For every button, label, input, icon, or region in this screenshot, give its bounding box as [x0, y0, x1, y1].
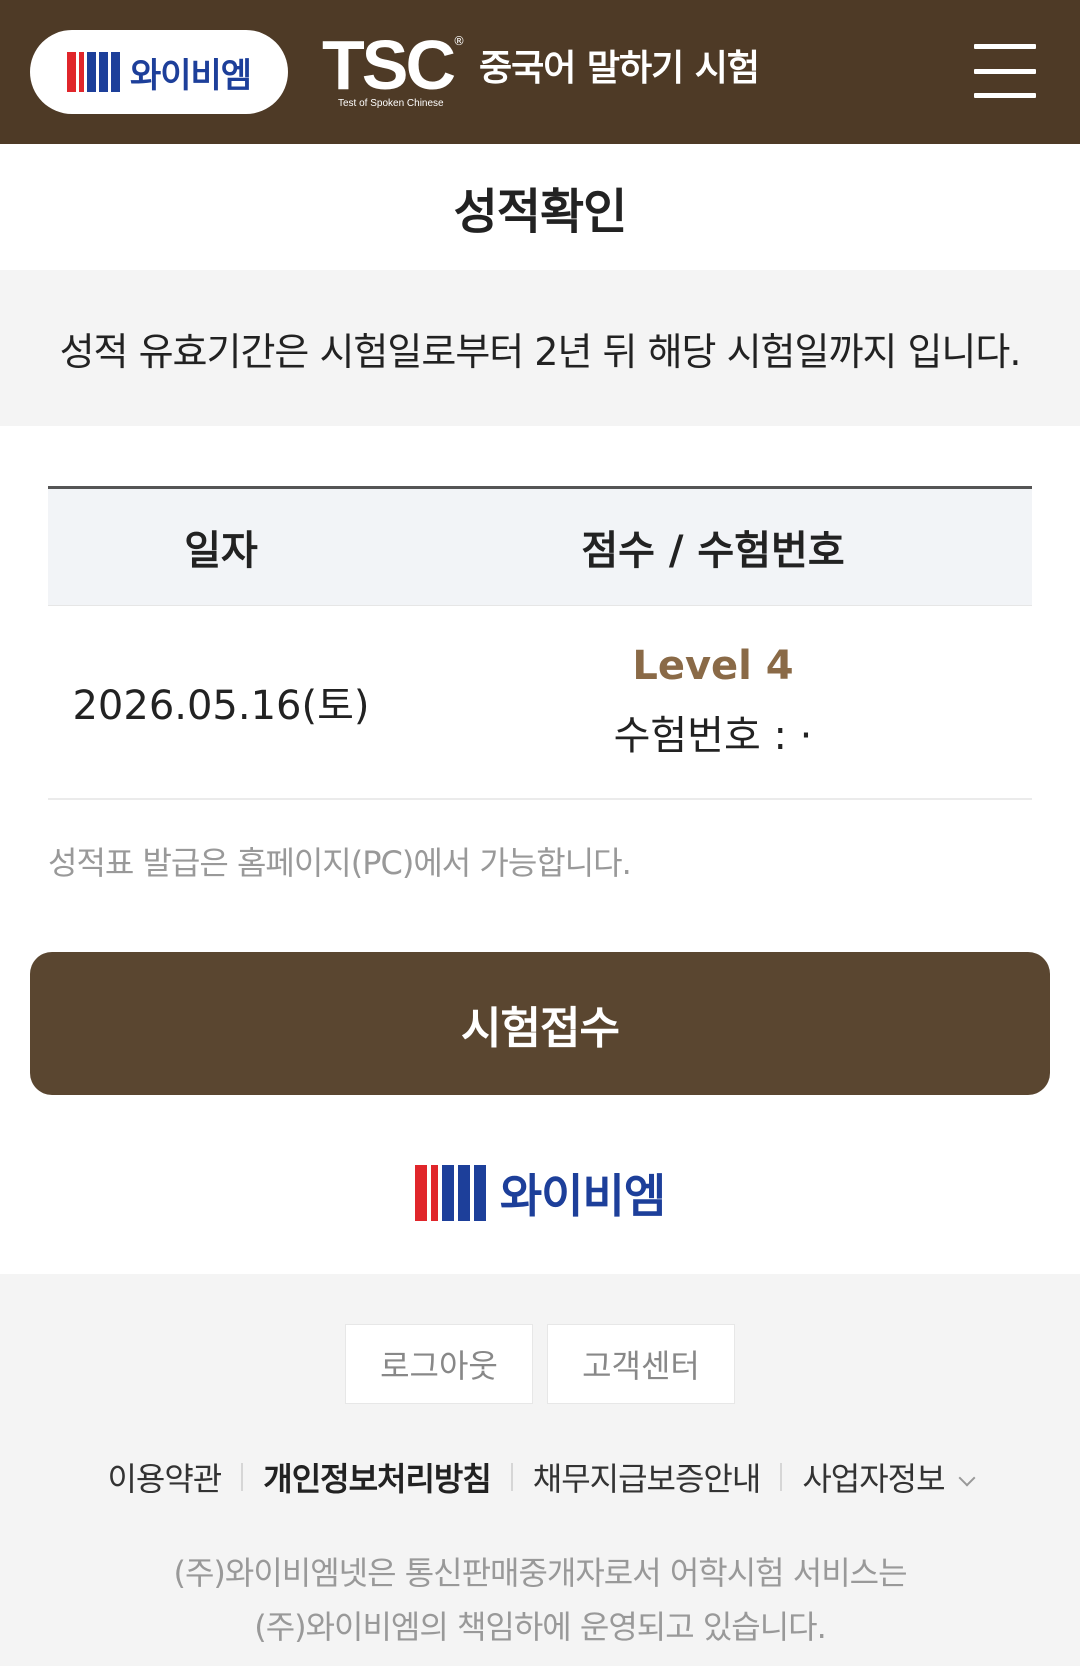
footer-links: 이용약관 개인정보처리방침 채무지급보증안내 사업자정보	[0, 1454, 1080, 1500]
chevron-down-icon	[958, 1469, 976, 1487]
tsc-subtitle: Test of Spoken Chinese	[338, 98, 444, 109]
logout-button[interactable]: 로그아웃	[345, 1324, 533, 1404]
footer-buttons: 로그아웃 고객센터	[0, 1324, 1080, 1404]
privacy-policy-link[interactable]: 개인정보처리방침	[263, 1454, 492, 1500]
table-header: 일자 점수 / 수험번호	[48, 486, 1032, 606]
ybm-logo-icon	[414, 1165, 486, 1221]
score-cell: Level 4 수험번호 : ·	[394, 643, 1032, 761]
exam-number: 수험번호 : ·	[613, 713, 813, 759]
footer-info-line: (주)와이비엠넷은 통신판매중개자로서 어학시험 서비스는	[173, 1554, 907, 1592]
column-header-score: 점수 / 수험번호	[581, 528, 845, 574]
registered-mark: ®	[453, 34, 465, 48]
payment-guarantee-link[interactable]: 채무지급보증안내	[533, 1454, 762, 1500]
score-table: 일자 점수 / 수험번호 2026.05.16(토) Level 4 수험번호 …	[48, 486, 1032, 800]
ybm-brand-text: 와이비엠	[129, 55, 252, 96]
page-title: 성적확인	[453, 184, 628, 240]
ybm-logo-icon	[66, 52, 120, 92]
header-title: 중국어 말하기 시험	[479, 48, 760, 89]
business-info-link[interactable]: 사업자정보	[802, 1454, 976, 1500]
app-header: 와이비엠 TSC® Test of Spoken Chinese 중국어 말하기…	[0, 0, 1080, 144]
divider	[241, 1463, 244, 1491]
footer-company-info: (주)와이비엠넷은 통신판매중개자로서 어학시험 서비스는 (주)와이비엠의 책…	[0, 1546, 1080, 1654]
tsc-logo[interactable]: TSC® Test of Spoken Chinese 중국어 말하기 시험	[322, 30, 760, 109]
exam-apply-button[interactable]: 시험접수	[30, 952, 1050, 1095]
table-row: 2026.05.16(토) Level 4 수험번호 : ·	[48, 606, 1032, 800]
tsc-wordmark: TSC	[322, 26, 456, 104]
hamburger-menu-icon[interactable]	[974, 44, 1036, 98]
validity-notice: 성적 유효기간은 시험일로부터 2년 뒤 해당 시험일까지 입니다.	[0, 270, 1080, 426]
divider	[510, 1463, 513, 1491]
column-header-date: 일자	[184, 528, 258, 574]
footer-info-line: (주)와이비엠의 책임하에 운영되고 있습니다.	[254, 1608, 827, 1646]
footer: 로그아웃 고객센터 이용약관 개인정보처리방침 채무지급보증안내 사업자정보 (…	[0, 1274, 1080, 1666]
terms-link[interactable]: 이용약관	[107, 1454, 222, 1500]
divider	[780, 1463, 783, 1491]
ybm-home-button[interactable]: 와이비엠	[30, 30, 288, 114]
ybm-brand-text: 와이비엠	[499, 1169, 666, 1223]
page-title-bar: 성적확인	[0, 144, 1080, 270]
ybm-footer-logo: 와이비엠	[0, 1160, 1080, 1226]
customer-center-button[interactable]: 고객센터	[547, 1324, 735, 1404]
report-issue-note: 성적표 발급은 홈페이지(PC)에서 가능합니다.	[48, 844, 632, 882]
score-level: Level 4	[632, 643, 794, 689]
exam-date: 2026.05.16(토)	[72, 683, 370, 729]
validity-notice-text: 성적 유효기간은 시험일로부터 2년 뒤 해당 시험일까지 입니다.	[59, 329, 1022, 374]
